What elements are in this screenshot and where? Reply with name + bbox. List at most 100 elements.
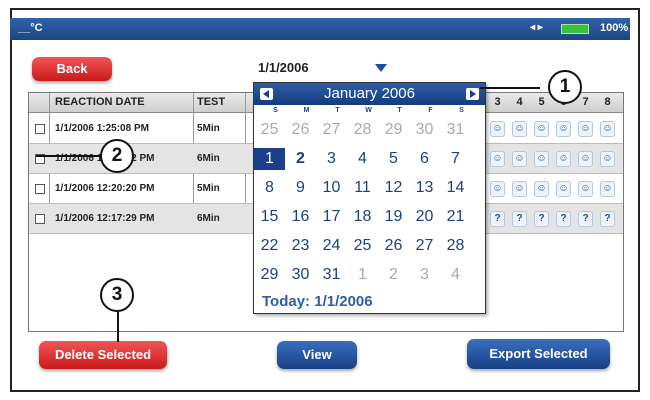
row-checkbox[interactable] [35, 184, 45, 194]
result-indicator-icon: ☺ [556, 181, 571, 197]
callout-1: 1 [548, 70, 582, 104]
result-indicator-icon: ☺ [556, 121, 571, 137]
back-button[interactable]: Back [32, 57, 112, 81]
calendar-day[interactable]: 28 [440, 235, 471, 257]
calendar-day[interactable]: 4 [347, 148, 378, 170]
calendar-day[interactable]: 6 [409, 148, 440, 170]
previous-month-icon[interactable] [260, 88, 273, 100]
calendar-day[interactable]: 9 [285, 177, 316, 199]
weekday-label: F [428, 107, 433, 114]
calendar-day[interactable]: 18 [347, 206, 378, 228]
calendar-day[interactable]: 27 [316, 119, 347, 141]
status-bar: __°C ◂ ▸ 100% [10, 18, 630, 40]
result-indicator-icon: ☺ [534, 121, 549, 137]
calendar-day[interactable]: 3 [409, 264, 440, 286]
calendar-day[interactable]: 15 [254, 206, 285, 228]
calendar-day[interactable]: 17 [316, 206, 347, 228]
calendar-day[interactable]: 31 [440, 119, 471, 141]
calendar-day[interactable]: 21 [440, 206, 471, 228]
weekday-label: M [303, 107, 310, 114]
result-indicator-icon: ☺ [490, 181, 505, 197]
calendar-day[interactable]: 1 [254, 148, 285, 170]
calendar-day[interactable]: 5 [378, 148, 409, 170]
result-indicator-icon: ☺ [534, 151, 549, 167]
calendar-day[interactable]: 4 [440, 264, 471, 286]
calendar-day[interactable]: 1 [347, 264, 378, 286]
result-indicator-icon: ☺ [556, 151, 571, 167]
row-test: 6Min [197, 213, 220, 224]
dropdown-arrow-icon[interactable] [375, 64, 387, 72]
callout-leader-line [480, 87, 540, 89]
row-date: 1/1/2006 1:25:08 PM [55, 123, 149, 134]
result-indicator-icon: ☺ [578, 151, 593, 167]
calendar-day[interactable]: 25 [254, 119, 285, 141]
today-link[interactable]: Today: 1/1/2006 [262, 293, 373, 310]
row-test: 5Min [197, 183, 220, 194]
callout-2: 2 [100, 139, 134, 173]
calendar-day[interactable]: 23 [285, 235, 316, 257]
calendar-month-title: January 2006 [324, 85, 415, 102]
result-indicator-icon: ☺ [600, 121, 615, 137]
calendar-day[interactable]: 2 [378, 264, 409, 286]
calendar-day[interactable]: 20 [409, 206, 440, 228]
calendar-day[interactable]: 22 [254, 235, 285, 257]
calendar-day[interactable]: 29 [254, 264, 285, 286]
result-indicator-icon: ? [556, 211, 571, 227]
calendar-day[interactable]: 13 [409, 177, 440, 199]
result-indicator-icon: ? [578, 211, 593, 227]
result-indicator-icon: ☺ [578, 181, 593, 197]
signal-icon: ◂ ▸ [530, 22, 543, 33]
result-indicator-icon: ☺ [490, 121, 505, 137]
result-indicator-icon: ? [490, 211, 505, 227]
calendar-day[interactable]: 11 [347, 177, 378, 199]
calendar-day[interactable]: 31 [316, 264, 347, 286]
calendar-day[interactable]: 28 [347, 119, 378, 141]
calendar-day[interactable]: 30 [409, 119, 440, 141]
date-selector-value[interactable]: 1/1/2006 [258, 60, 309, 75]
calendar-day[interactable]: 8 [254, 177, 285, 199]
result-indicator-icon: ☺ [512, 121, 527, 137]
calendar-day[interactable]: 2 [285, 148, 316, 170]
result-indicator-icon: ☺ [600, 151, 615, 167]
calendar-day[interactable]: 30 [285, 264, 316, 286]
calendar-day[interactable]: 27 [409, 235, 440, 257]
calendar-day[interactable]: 7 [440, 148, 471, 170]
weekday-label: W [365, 107, 372, 114]
result-indicator-icon: ☺ [534, 181, 549, 197]
row-date: 1/1/2006 12:20:20 PM [55, 183, 155, 194]
calendar-day[interactable]: 16 [285, 206, 316, 228]
date-picker-calendar: January 2006 SMTWTFS 25 26 27 28 29 30 31 1 2 3 4 5… [253, 82, 486, 314]
row-test: 6Min [197, 153, 220, 164]
callout-leader-line [117, 312, 119, 342]
calendar-day[interactable]: 19 [378, 206, 409, 228]
row-checkbox[interactable] [35, 124, 45, 134]
result-column-header: 8 [604, 96, 611, 108]
calendar-day[interactable]: 12 [378, 177, 409, 199]
calendar-header: January 2006 [254, 83, 485, 105]
delete-selected-button[interactable]: Delete Selected [39, 341, 167, 369]
calendar-day[interactable]: 25 [347, 235, 378, 257]
row-test: 5Min [197, 123, 220, 134]
row-checkbox[interactable] [35, 214, 45, 224]
export-selected-button[interactable]: Export Selected [467, 339, 610, 369]
calendar-day[interactable]: 26 [378, 235, 409, 257]
battery-percent: 100% [600, 22, 629, 34]
calendar-day[interactable]: 14 [440, 177, 471, 199]
calendar-day[interactable]: 24 [316, 235, 347, 257]
calendar-day[interactable]: 3 [316, 148, 347, 170]
result-indicator-icon: ? [534, 211, 549, 227]
result-column-header: 3 [494, 96, 501, 108]
next-month-icon[interactable] [466, 88, 479, 100]
result-indicator-icon: ☺ [512, 151, 527, 167]
calendar-day[interactable]: 29 [378, 119, 409, 141]
result-indicator-icon: ? [600, 211, 615, 227]
weekday-label: T [335, 107, 340, 114]
result-column-header: 7 [582, 96, 589, 108]
calendar-day[interactable]: 10 [316, 177, 347, 199]
weekday-label: S [459, 107, 464, 114]
view-button[interactable]: View [277, 341, 357, 369]
weekday-label: S [273, 107, 278, 114]
result-indicator-icon: ☺ [512, 181, 527, 197]
calendar-day[interactable]: 26 [285, 119, 316, 141]
column-header-reaction-date: REACTION DATE [55, 96, 145, 108]
